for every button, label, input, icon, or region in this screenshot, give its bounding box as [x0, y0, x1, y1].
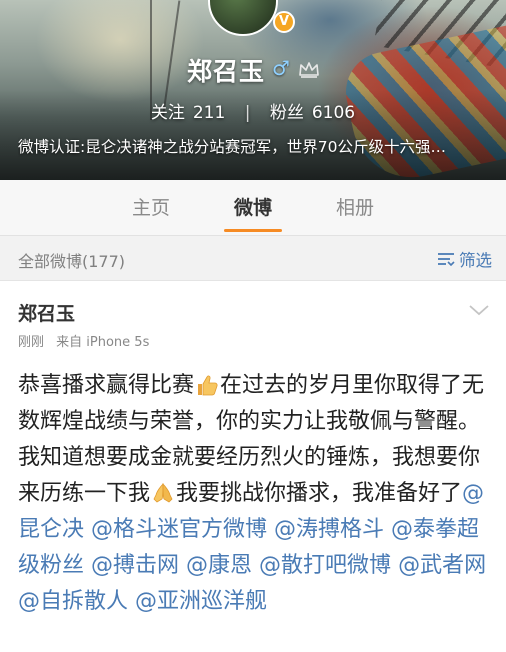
tab-album[interactable]: 相册	[304, 180, 406, 236]
mention-link[interactable]: @武者网	[398, 553, 486, 578]
male-gender-icon: ♂	[272, 56, 290, 80]
post-meta: 刚刚 来自 iPhone 5s	[18, 331, 149, 350]
member-crown-icon	[299, 62, 319, 78]
post-text: 恭喜播求赢得比赛	[18, 373, 195, 398]
tab-home[interactable]: 主页	[100, 180, 202, 236]
stats-divider: |	[244, 103, 251, 123]
profile-stats: 关注 211 | 粉丝 6106	[0, 98, 506, 123]
post-text: 我要挑战你播求，我准备好了	[176, 481, 463, 506]
filter-button[interactable]: 筛选	[437, 247, 492, 271]
mention-link[interactable]: @自拆散人	[18, 589, 128, 614]
filter-label: 筛选	[459, 251, 492, 270]
following-count: 211	[192, 103, 226, 123]
followers-count: 6106	[311, 103, 356, 123]
post-card[interactable]: 郑召玉 刚刚 来自 iPhone 5s 恭喜播求赢得比赛 在过去的岁月里你取得了无…	[0, 280, 506, 652]
mention-link[interactable]: @搏击网	[91, 553, 179, 578]
all-posts-count: 全部微博(177)	[18, 252, 126, 271]
mention-link[interactable]: @格斗迷官方微博	[91, 517, 267, 542]
mention-link[interactable]: @亚洲巡洋舰	[135, 589, 267, 614]
post-source: 来自 iPhone 5s	[56, 335, 150, 350]
filter-icon	[438, 253, 455, 266]
tab-weibo[interactable]: 微博	[202, 180, 304, 236]
mention-link[interactable]: @涛搏格斗	[274, 517, 384, 542]
followers-stat[interactable]: 粉丝 6106	[270, 103, 355, 123]
following-label: 关注	[150, 103, 185, 123]
mention-link[interactable]: @散打吧微博	[259, 553, 391, 578]
avatar[interactable]	[208, 0, 278, 36]
profile-name: 郑召玉	[187, 57, 266, 86]
chevron-down-icon[interactable]	[468, 303, 490, 317]
post-content: 恭喜播求赢得比赛 在过去的岁月里你取得了无数辉煌战绩与荣誉，你的实力让我敬佩与警醒…	[18, 368, 494, 620]
praying-hands-emoji-icon	[153, 483, 173, 503]
following-stat[interactable]: 关注 211	[151, 103, 231, 123]
verified-badge-icon: V	[273, 11, 295, 33]
profile-cover: V 郑召玉 ♂ 关注 211 | 粉丝 6106 微博认证:昆仑决诸神之战分站赛冠军…	[0, 0, 506, 180]
post-author[interactable]: 郑召玉	[18, 299, 75, 326]
profile-tabs: 主页 微博 相册	[0, 180, 506, 236]
thumbs-up-emoji-icon	[198, 375, 218, 396]
verification-text: 微博认证:昆仑决诸神之战分站赛冠军，世界70公斤级十六强…	[18, 138, 446, 156]
post-time: 刚刚	[18, 335, 45, 350]
followers-label: 粉丝	[269, 103, 304, 123]
mention-link[interactable]: @康恩	[186, 553, 252, 578]
filter-bar: 全部微博(177) 筛选	[0, 244, 506, 274]
